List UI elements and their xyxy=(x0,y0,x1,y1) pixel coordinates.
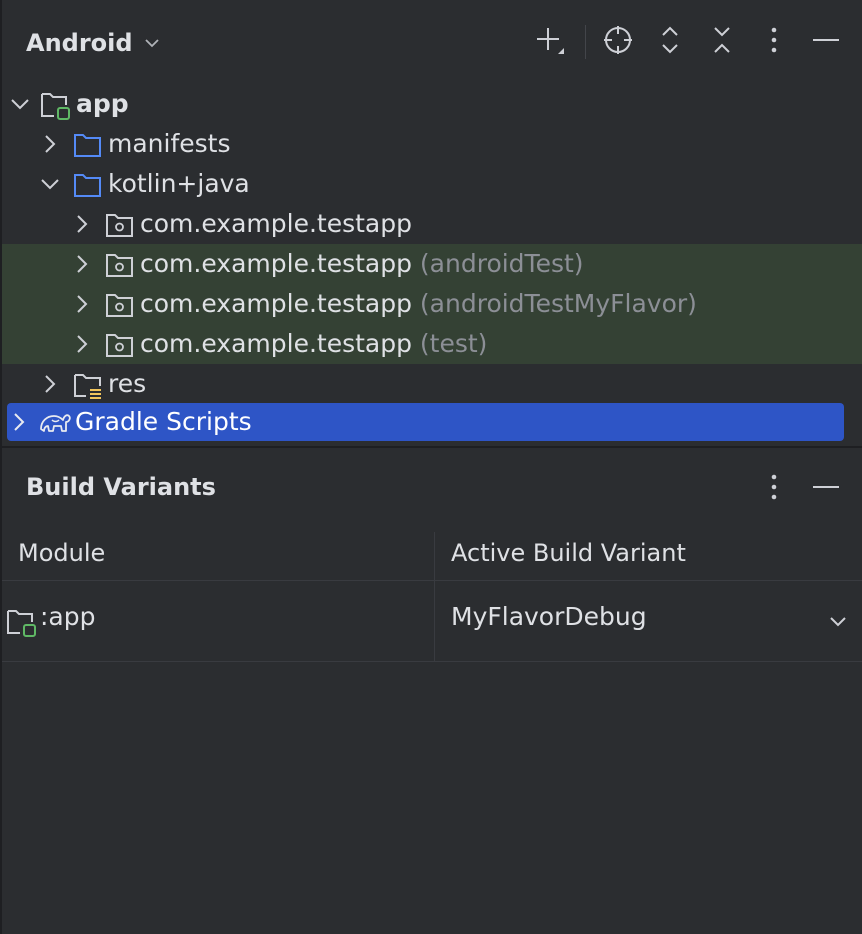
package-icon xyxy=(104,330,134,360)
chevron-down-icon[interactable] xyxy=(40,174,60,194)
tree-item-label: com.example.testapp xyxy=(140,209,412,238)
chevron-right-icon[interactable] xyxy=(40,374,60,394)
table-row[interactable]: :app MyFlavorDebug xyxy=(2,581,862,662)
expand-all-icon xyxy=(654,24,686,60)
project-view-title: Android xyxy=(26,29,133,57)
chevron-right-icon[interactable] xyxy=(72,254,92,274)
tree-item-package-android-test-flavor[interactable]: com.example.testapp (androidTestMyFlavor… xyxy=(2,284,862,324)
expand-all-button[interactable] xyxy=(650,22,690,62)
locate-file-button[interactable] xyxy=(598,22,638,62)
tree-item-label: com.example.testapp (test) xyxy=(140,327,487,361)
tree-item-gradle-scripts[interactable]: Gradle Scripts xyxy=(7,403,844,441)
source-set-suffix: (androidTestMyFlavor) xyxy=(419,289,697,318)
tree-item-label: app xyxy=(76,89,129,118)
tree-item-label: com.example.testapp (androidTestMyFlavor… xyxy=(140,287,697,321)
tree-item-label: kotlin+java xyxy=(108,169,250,198)
build-variants-options-button[interactable] xyxy=(754,469,794,509)
project-view-selector[interactable]: Android xyxy=(26,28,161,58)
minimize-icon xyxy=(810,24,842,60)
tree-item-res[interactable]: res xyxy=(2,364,862,404)
add-button[interactable] xyxy=(530,22,570,62)
tree-item-label: manifests xyxy=(108,129,231,158)
package-icon xyxy=(104,210,134,240)
tree-item-manifests[interactable]: manifests xyxy=(2,124,862,164)
chevron-down-icon[interactable] xyxy=(10,94,30,114)
source-set-suffix: (androidTest) xyxy=(419,249,584,278)
build-variant-dropdown[interactable]: MyFlavorDebug xyxy=(438,581,862,661)
source-folder-icon xyxy=(72,170,102,200)
tree-item-package-test[interactable]: com.example.testapp (test) xyxy=(2,324,862,364)
project-panel-header: Android xyxy=(0,0,862,84)
tree-item-label: Gradle Scripts xyxy=(75,407,252,436)
column-header-module[interactable]: Module xyxy=(18,539,105,567)
package-name: com.example.testapp xyxy=(140,289,412,318)
module-folder-icon xyxy=(40,90,70,120)
module-folder-icon xyxy=(6,607,36,637)
gradle-elephant-icon xyxy=(39,407,71,437)
minimize-button[interactable] xyxy=(806,22,846,62)
chevron-down-icon xyxy=(143,34,161,52)
package-icon xyxy=(104,290,134,320)
toolbar-separator xyxy=(585,25,586,59)
options-button[interactable] xyxy=(754,22,794,62)
build-variants-minimize-button[interactable] xyxy=(806,469,846,509)
folder-icon xyxy=(72,130,102,160)
tree-item-package-android-test[interactable]: com.example.testapp (androidTest) xyxy=(2,244,862,284)
package-icon xyxy=(104,250,134,280)
resource-folder-icon xyxy=(72,370,102,400)
tree-item-label: com.example.testapp (androidTest) xyxy=(140,247,584,281)
tree-item-label: res xyxy=(108,369,147,398)
panel-divider[interactable] xyxy=(0,446,862,448)
locate-icon xyxy=(602,24,634,60)
minimize-icon xyxy=(810,471,842,507)
module-cell: :app xyxy=(40,602,96,631)
source-set-suffix: (test) xyxy=(419,329,488,358)
more-vertical-icon xyxy=(758,471,790,507)
chevron-right-icon[interactable] xyxy=(40,134,60,154)
chevron-right-icon[interactable] xyxy=(9,412,29,432)
chevron-right-icon[interactable] xyxy=(72,214,92,234)
column-header-active-build-variant[interactable]: Active Build Variant xyxy=(451,539,686,567)
chevron-down-icon xyxy=(828,611,848,631)
tree-item-app[interactable]: app xyxy=(2,84,862,124)
build-variants-title: Build Variants xyxy=(26,473,216,501)
tree-item-kotlin-java[interactable]: kotlin+java xyxy=(2,164,862,204)
add-icon xyxy=(534,24,566,60)
collapse-all-button[interactable] xyxy=(702,22,742,62)
build-variants-table-header: Module Active Build Variant xyxy=(2,532,862,581)
selected-variant: MyFlavorDebug xyxy=(451,602,647,631)
collapse-all-icon xyxy=(706,24,738,60)
package-name: com.example.testapp xyxy=(140,329,412,358)
more-vertical-icon xyxy=(758,24,790,60)
chevron-right-icon[interactable] xyxy=(72,334,92,354)
tree-item-package-main[interactable]: com.example.testapp xyxy=(2,204,862,244)
package-name: com.example.testapp xyxy=(140,249,412,278)
chevron-right-icon[interactable] xyxy=(72,294,92,314)
